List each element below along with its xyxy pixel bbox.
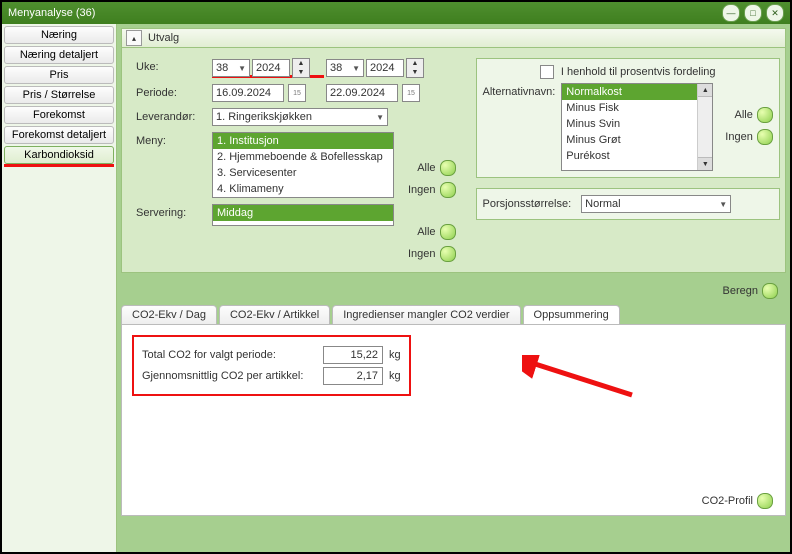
list-item[interactable]: 2. Hjemmeboende & Bofellesskap bbox=[213, 149, 393, 165]
calendar-icon[interactable]: 15 bbox=[288, 84, 306, 102]
leverandor-select[interactable]: 1. Ringerikskjøkken▼ bbox=[212, 108, 388, 126]
close-icon[interactable]: ✕ bbox=[766, 4, 784, 22]
chevron-down-icon: ▼ bbox=[376, 113, 384, 122]
week2-year-select[interactable]: 2024 bbox=[366, 59, 404, 77]
maximize-icon[interactable]: □ bbox=[744, 4, 762, 22]
sidebar-item-karbondioksid[interactable]: Karbondioksid bbox=[4, 146, 114, 164]
annotation-underline-icon bbox=[4, 164, 114, 167]
week1-year-select[interactable]: 2024 bbox=[252, 59, 290, 77]
date-to-input[interactable]: 22.09.2024 bbox=[326, 84, 398, 102]
chevron-down-icon: ▼ bbox=[238, 64, 246, 73]
week1-num-select[interactable]: 38▼ bbox=[212, 59, 250, 77]
titlebar: Menyanalyse (36) — □ ✕ bbox=[2, 2, 790, 24]
meny-ingen-button[interactable]: Ingen bbox=[408, 182, 456, 198]
servering-ingen-button[interactable]: Ingen bbox=[408, 246, 456, 262]
list-item[interactable]: Minus Fisk bbox=[562, 100, 712, 116]
tab-ingredienser[interactable]: Ingredienser mangler CO2 verdier bbox=[332, 305, 520, 324]
label-henhold: I henhold til prosentvis fordeling bbox=[561, 66, 716, 78]
list-item[interactable]: Purékost bbox=[562, 148, 712, 164]
sidebar-item-pris-storrelse[interactable]: Pris / Størrelse bbox=[4, 86, 114, 104]
label-porsjon: Porsjonsstørrelse: bbox=[483, 198, 572, 210]
calendar-icon[interactable]: 15 bbox=[402, 84, 420, 102]
scrollbar[interactable]: ▲▼ bbox=[697, 84, 712, 170]
chevron-down-icon: ▼ bbox=[719, 200, 727, 209]
label-servering: Servering: bbox=[136, 204, 206, 219]
servering-listbox[interactable]: Middag bbox=[212, 204, 394, 226]
alt-ingen-button[interactable]: Ingen bbox=[725, 129, 773, 145]
meny-listbox[interactable]: 1. Institusjon 2. Hjemmeboende & Bofelle… bbox=[212, 132, 394, 198]
sidebar-item-forekomst[interactable]: Forekomst bbox=[4, 106, 114, 124]
date-from-input[interactable]: 16.09.2024 bbox=[212, 84, 284, 102]
list-item[interactable]: Minus Svin bbox=[562, 116, 712, 132]
sidebar: Næring Næring detaljert Pris Pris / Stør… bbox=[2, 24, 117, 552]
label-meny: Meny: bbox=[136, 132, 206, 147]
list-item[interactable]: 1. Institusjon bbox=[213, 133, 393, 149]
list-item[interactable]: Minus Grøt bbox=[562, 132, 712, 148]
tab-co2-artikkel[interactable]: CO2-Ekv / Artikkel bbox=[219, 305, 330, 324]
unit-kg: kg bbox=[389, 349, 401, 361]
label-total-co2: Total CO2 for valgt periode: bbox=[142, 349, 317, 361]
value-avg-co2: 2,17 bbox=[323, 367, 383, 385]
week2-spinner[interactable]: ▲▼ bbox=[406, 58, 424, 78]
meny-alle-button[interactable]: Alle bbox=[417, 160, 455, 176]
week2-num-select[interactable]: 38▼ bbox=[326, 59, 364, 77]
porsjon-select[interactable]: Normal▼ bbox=[581, 195, 731, 213]
value-total-co2: 15,22 bbox=[323, 346, 383, 364]
beregn-button[interactable]: Beregn bbox=[723, 283, 778, 299]
tab-pane-oppsummering: Total CO2 for valgt periode: 15,22 kg Gj… bbox=[121, 324, 786, 516]
chevron-down-icon: ▼ bbox=[352, 64, 360, 73]
sidebar-item-naering-detaljert[interactable]: Næring detaljert bbox=[4, 46, 114, 64]
label-avg-co2: Gjennomsnittlig CO2 per artikkel: bbox=[142, 370, 317, 382]
tab-co2-dag[interactable]: CO2-Ekv / Dag bbox=[121, 305, 217, 324]
henhold-checkbox[interactable] bbox=[540, 65, 554, 79]
alt-alle-button[interactable]: Alle bbox=[734, 107, 772, 123]
tab-oppsummering[interactable]: Oppsummering bbox=[523, 305, 620, 324]
list-item[interactable]: 3. Servicesenter bbox=[213, 165, 393, 181]
week1-spinner[interactable]: ▲▼ bbox=[292, 58, 310, 78]
list-item[interactable]: Normalkost bbox=[562, 84, 712, 100]
list-item[interactable]: 4. Klimameny bbox=[213, 181, 393, 197]
label-leverandor: Leverandør: bbox=[136, 108, 206, 123]
utvalg-header: ▴ Utvalg bbox=[122, 29, 785, 48]
list-item[interactable]: Middag bbox=[213, 205, 393, 221]
minimize-icon[interactable]: — bbox=[722, 4, 740, 22]
co2-profil-button[interactable]: CO2-Profil bbox=[702, 493, 773, 509]
label-periode: Periode: bbox=[136, 84, 206, 99]
utvalg-title: Utvalg bbox=[148, 32, 179, 44]
collapse-icon[interactable]: ▴ bbox=[126, 30, 142, 46]
alternativnavn-listbox[interactable]: Normalkost Minus Fisk Minus Svin Minus G… bbox=[561, 83, 713, 171]
sidebar-item-forekomst-detaljert[interactable]: Forekomst detaljert bbox=[4, 126, 114, 144]
annotation-redbox-icon: Total CO2 for valgt periode: 15,22 kg Gj… bbox=[132, 335, 411, 396]
unit-kg: kg bbox=[389, 370, 401, 382]
sidebar-item-naering[interactable]: Næring bbox=[4, 26, 114, 44]
window-title: Menyanalyse (36) bbox=[8, 7, 95, 19]
annotation-arrow-icon bbox=[522, 355, 642, 405]
tabbar: CO2-Ekv / Dag CO2-Ekv / Artikkel Ingredi… bbox=[121, 305, 786, 324]
label-uke: Uke: bbox=[136, 58, 206, 73]
label-alternativnavn: Alternativnavn: bbox=[483, 83, 556, 98]
servering-alle-button[interactable]: Alle bbox=[417, 224, 455, 240]
sidebar-item-pris[interactable]: Pris bbox=[4, 66, 114, 84]
